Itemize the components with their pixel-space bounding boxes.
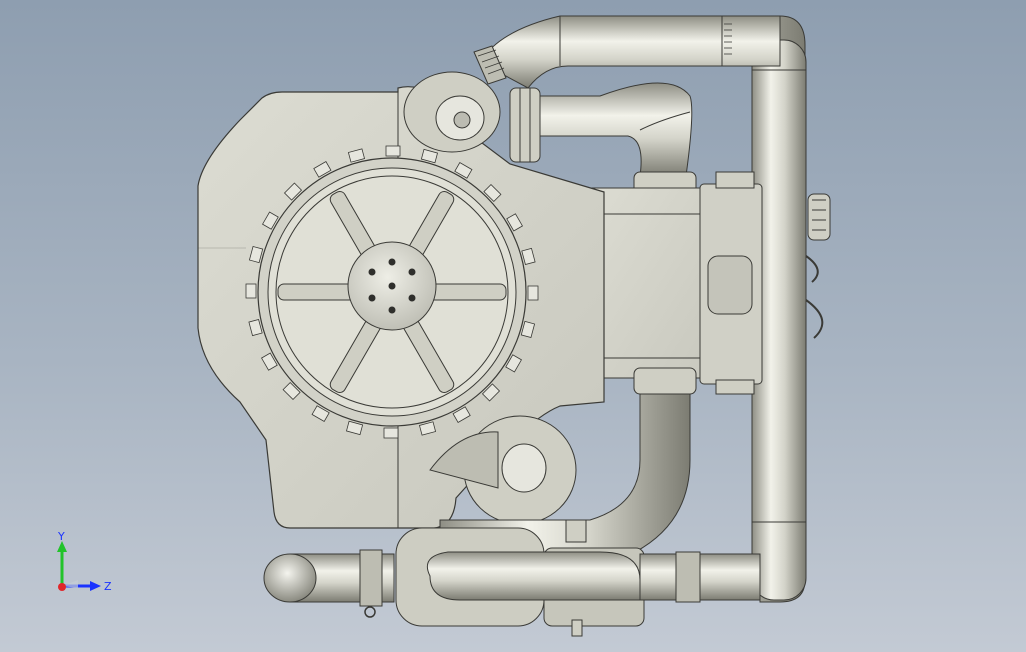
cad-graphics-viewport[interactable]: Y Z [0, 0, 1026, 652]
crankcase-block[interactable] [591, 171, 763, 395]
muffler[interactable] [395, 519, 761, 637]
blower-housing[interactable] [403, 71, 501, 153]
right-fitting[interactable] [805, 193, 831, 339]
cooling-fan-wheel[interactable] [245, 145, 539, 439]
exhaust-outlet[interactable] [263, 549, 395, 618]
y-axis-label: Y [57, 530, 65, 543]
top-exhaust-pipe[interactable] [473, 15, 781, 89]
z-axis-label: Z [104, 580, 112, 593]
x-axis-dot-icon [58, 583, 66, 591]
z-axis-arrow-icon [90, 581, 101, 591]
coordinate-triad: Y Z [57, 530, 112, 593]
engine-assembly-model[interactable] [0, 0, 1026, 652]
